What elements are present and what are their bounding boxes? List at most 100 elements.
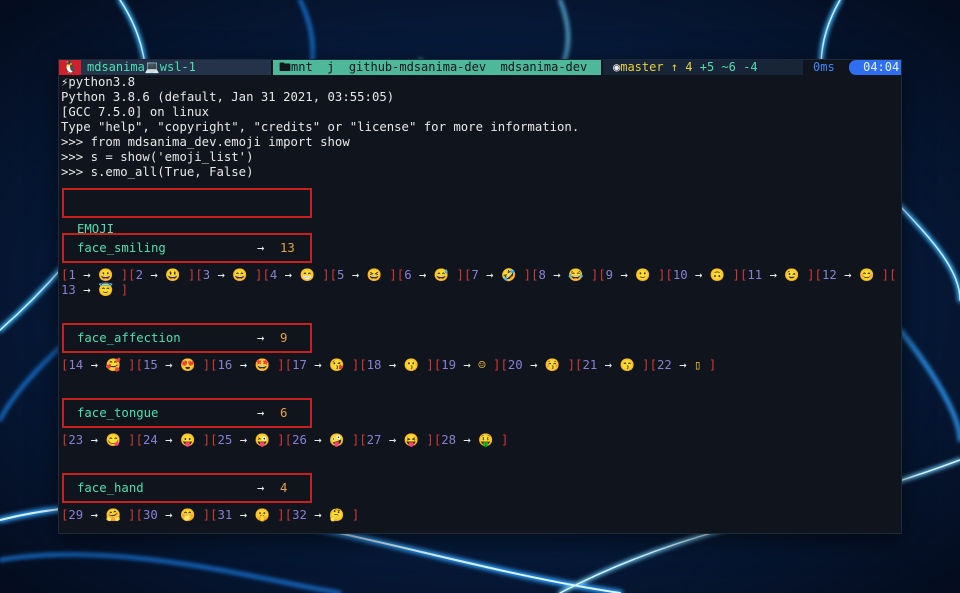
category-name: face_affection bbox=[77, 331, 181, 345]
bracket-open: [ bbox=[598, 268, 606, 282]
emoji-line: [29 → 🤗 ][30 → 🤭 ][31 → 🤫 ][32 → 🤔 ] bbox=[61, 508, 359, 523]
category-name: face_tongue bbox=[77, 406, 159, 420]
emoji-header-box: EMOJI bbox=[62, 188, 312, 236]
emoji-glyph: 😅 bbox=[433, 268, 450, 282]
arrow-icon: → bbox=[597, 358, 620, 372]
bracket-close: ] bbox=[120, 358, 136, 372]
emoji-glyph: 🤫 bbox=[254, 508, 270, 522]
emoji-entry: [1 → 😀 ] bbox=[61, 268, 128, 282]
emoji-entry: [21 → 😙 ] bbox=[575, 358, 650, 372]
bracket-open: [ bbox=[262, 268, 270, 282]
bracket-open: [ bbox=[649, 358, 657, 372]
arrow-icon: → bbox=[210, 268, 233, 282]
emoji-index: 3 bbox=[202, 268, 211, 282]
bracket-close: ] bbox=[269, 358, 285, 372]
bracket-open: [ bbox=[359, 433, 367, 447]
emoji-glyph: 🙂 bbox=[635, 268, 651, 282]
emoji-glyph: 😊 bbox=[858, 268, 875, 282]
command-line: ⚡python3.8 bbox=[61, 75, 136, 89]
category-box: face_affection → 9 bbox=[62, 323, 312, 353]
repl-line: >>> from mdsanima_dev.emoji import show bbox=[61, 135, 350, 149]
bracket-open: [ bbox=[665, 268, 673, 282]
arrow-icon: → bbox=[522, 358, 545, 372]
output-line: Python 3.8.6 (default, Jan 31 2021, 03:5… bbox=[61, 90, 395, 104]
bracket-open: [ bbox=[531, 268, 539, 282]
emoji-glyph: 😚 bbox=[544, 358, 561, 372]
emoji-entry: [22 → ▯ ] bbox=[650, 358, 717, 372]
arrow-icon: → bbox=[456, 358, 479, 372]
emoji-index: 2 bbox=[135, 268, 143, 282]
emoji-entry: [26 → 🤪 ] bbox=[285, 433, 360, 447]
bracket-close: ] bbox=[381, 268, 397, 282]
arrow-icon: → bbox=[671, 358, 695, 372]
arrow-icon: → bbox=[545, 268, 569, 282]
emoji-index: 16 bbox=[217, 358, 233, 372]
emoji-line: [23 → 😋 ][24 → 😛 ][25 → 😜 ][26 → 🤪 ][27 … bbox=[61, 433, 508, 448]
emoji-index: 21 bbox=[582, 358, 598, 372]
emoji-entry: [17 → 😘 ] bbox=[285, 358, 360, 372]
emoji-entry: [18 → 😗 ] bbox=[359, 358, 434, 372]
emoji-entry: [15 → 😍 ] bbox=[136, 358, 211, 372]
emoji-index: 29 bbox=[68, 508, 84, 522]
prompt-git: ◉master ↑ 4 +5 ~6 -4 bbox=[603, 60, 803, 75]
arrow-icon: → bbox=[257, 481, 265, 495]
arrow-icon: → bbox=[83, 508, 106, 522]
emoji-entry: [28 → 🤑 ] bbox=[434, 433, 509, 447]
category-box: face_tongue → 6 bbox=[62, 398, 312, 428]
emoji-line: [1 → 😀 ][2 → 😃 ][3 → 😄 ][4 → 😁 ][5 → 😆 ]… bbox=[61, 268, 897, 283]
emoji-entry: [19 → ☺ ] bbox=[434, 358, 501, 372]
bracket-open: [ bbox=[128, 268, 136, 282]
command-duration: 0ms bbox=[813, 60, 835, 74]
arrow-icon: → bbox=[257, 241, 265, 255]
emoji-index: 19 bbox=[441, 358, 457, 372]
linux-icon: 🐧 bbox=[59, 60, 81, 75]
emoji-glyph: 🤩 bbox=[254, 358, 270, 372]
emoji-index: 17 bbox=[292, 358, 307, 372]
emoji-entry: [6 → 😅 ] bbox=[397, 268, 464, 282]
prompt-path: 🖿mnt j github-mdsanima-dev mdsanima-dev bbox=[273, 60, 601, 75]
bracket-close: ] bbox=[269, 433, 285, 447]
bracket-close: ] bbox=[516, 268, 532, 282]
bracket-close: ] bbox=[247, 268, 263, 282]
arrow-icon: → bbox=[83, 358, 106, 372]
emoji-index: 30 bbox=[142, 508, 158, 522]
bracket-close: ] bbox=[269, 508, 285, 522]
emoji-entry: [10 → 🙃 ] bbox=[665, 268, 740, 282]
arrow-icon: → bbox=[83, 433, 106, 447]
arrow-icon: → bbox=[157, 508, 180, 522]
emoji-index: 23 bbox=[68, 433, 84, 447]
bracket-close: ] bbox=[344, 508, 360, 522]
emoji-entry: [32 → 🤔 ] bbox=[285, 508, 360, 522]
bracket-close: ] bbox=[485, 358, 501, 372]
bracket-open: [ bbox=[889, 268, 897, 282]
emoji-index: 9 bbox=[605, 268, 614, 282]
emoji-line: [14 → 🥰 ][15 → 😍 ][16 → 🤩 ][17 → 😘 ][18 … bbox=[61, 358, 716, 373]
arrow-icon: → bbox=[257, 406, 265, 420]
arrow-icon: → bbox=[306, 358, 330, 372]
emoji-glyph: 😙 bbox=[619, 358, 635, 372]
emoji-glyph: 😁 bbox=[299, 268, 315, 282]
emoji-glyph: ☺ bbox=[478, 358, 486, 372]
emoji-entry: [5 → 😆 ] bbox=[330, 268, 397, 282]
emoji-index: 7 bbox=[471, 268, 479, 282]
emoji-entry: [30 → 🤭 ] bbox=[136, 508, 211, 522]
terminal-window[interactable]: 🐧 mdsanima💻wsl-1 🖿mnt j github-mdsanima-… bbox=[59, 60, 901, 533]
emoji-entry: [24 → 😛 ] bbox=[136, 433, 211, 447]
bracket-close: ] bbox=[419, 358, 434, 372]
category-name: face_smiling bbox=[77, 241, 166, 255]
emoji-glyph: 🤭 bbox=[180, 508, 196, 522]
host-name: wsl-1 bbox=[159, 60, 196, 74]
repl-line: >>> s = show('emoji_list') bbox=[61, 150, 254, 164]
emoji-index: 22 bbox=[657, 358, 672, 372]
emoji-glyph: 😂 bbox=[568, 268, 584, 282]
emoji-index: 1 bbox=[68, 268, 76, 282]
bracket-close: ] bbox=[195, 358, 211, 372]
emoji-entry: [2 → 😃 ] bbox=[128, 268, 195, 282]
bracket-close: ] bbox=[449, 268, 464, 282]
bracket-close: ] bbox=[799, 268, 815, 282]
arrow-icon: → bbox=[836, 268, 859, 282]
bracket-close: ] bbox=[560, 358, 576, 372]
arrow-icon: → bbox=[381, 433, 404, 447]
bracket-open: [ bbox=[329, 268, 338, 282]
arrow-icon: → bbox=[762, 268, 785, 282]
